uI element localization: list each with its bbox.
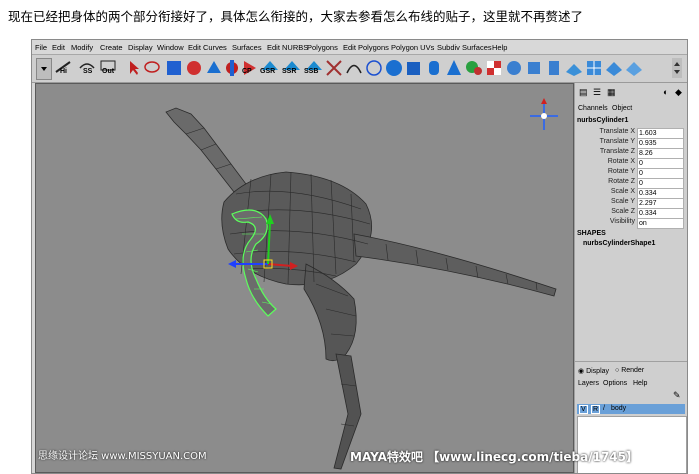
attribute-value[interactable]: on [637, 218, 684, 229]
watermark-right: MAYA特效吧 【www.linecg.com/tieba/1745】 [350, 450, 639, 464]
maya-window: File Edit Modify Create Display Window E… [31, 39, 688, 474]
nurbs-cube-icon[interactable] [404, 58, 424, 78]
attribute-row: Translate Z 8.26 [577, 148, 687, 159]
object-name[interactable]: nurbsCylinder1 [577, 117, 628, 124]
attribute-row: Translate Y 0.935 [577, 138, 687, 149]
attribute-row: Rotate Z0 [577, 178, 687, 189]
shape-name[interactable]: nurbsCylinderShape1 [583, 240, 655, 247]
layout-icon[interactable]: ▤ [579, 87, 588, 98]
layer-name[interactable]: body [611, 405, 626, 412]
menu-create[interactable]: Create [100, 43, 123, 52]
nurbs-sphere-icon[interactable] [384, 58, 404, 78]
viewport-perspective[interactable] [35, 83, 574, 473]
checker-icon[interactable] [484, 58, 504, 78]
nurbs-cone-icon[interactable] [444, 58, 464, 78]
tab-object[interactable]: Object [612, 105, 632, 112]
channel-box-icons: ▤ ☰ ▦ ◐ ◆ [577, 87, 687, 99]
attribute-name: Rotate Z [608, 178, 635, 185]
attribute-row: Visibility on [577, 218, 687, 229]
menu-help[interactable]: Help [492, 43, 507, 52]
cp-tool-label: CP [242, 68, 252, 75]
ssb-tool-label: SSB [304, 68, 319, 75]
menu-polygons[interactable]: Polygons [307, 43, 338, 52]
attribute-row: Translate X 1.603 [577, 128, 687, 139]
deform-icon[interactable] [464, 58, 484, 78]
poly-pipe-icon[interactable] [624, 58, 644, 78]
circle-icon[interactable] [364, 58, 384, 78]
view-axis-icon [530, 98, 558, 130]
menu-modify[interactable]: Modify [71, 43, 93, 52]
menu-subdiv-surfaces[interactable]: Subdiv Surfaces [437, 43, 492, 52]
attribute-name: Rotate Y [607, 168, 635, 175]
poly-cylinder-icon[interactable] [544, 58, 564, 78]
shelf-scroll-icon[interactable] [672, 58, 682, 78]
menu-edit-nurbs[interactable]: Edit NURBS [267, 43, 308, 52]
attribute-name: Scale X [610, 188, 635, 195]
lock-icon[interactable]: ◐ [663, 87, 668, 97]
list-icon[interactable]: ☰ [593, 87, 601, 98]
layer-list-area [577, 416, 687, 473]
shelf-toolbar: Hi SS Out CP GSR SSR SSB [32, 55, 687, 83]
menu-edit-polygons[interactable]: Edit Polygons [343, 43, 389, 52]
nurbs-cylinder-icon[interactable] [424, 58, 444, 78]
menu-file[interactable]: File [35, 43, 47, 52]
layer-visibility-toggle[interactable]: V [579, 405, 588, 414]
layer-row[interactable]: V R / body [577, 404, 685, 414]
menu-options[interactable]: Options [603, 380, 627, 387]
attribute-row: Scale Y 2.297 [577, 198, 687, 209]
new-layer-icon[interactable]: ✎ [673, 390, 681, 401]
lasso-icon[interactable] [142, 58, 162, 78]
dinosaur-mesh [165, 98, 558, 470]
menu-layer-help[interactable]: Help [633, 380, 647, 387]
manip-tool-icon[interactable] [222, 58, 242, 78]
scale-tool-icon[interactable] [204, 58, 224, 78]
ssr-tool-label: SSR [282, 68, 297, 75]
radio-display[interactable]: ◉ Display [578, 367, 609, 375]
hi-tool-label: Hi [60, 68, 67, 75]
ss-tool-label: SS [83, 68, 93, 75]
attribute-name: Translate Y [599, 138, 635, 145]
attribute-name: Translate X [599, 128, 635, 135]
shelf-menu-icon[interactable] [36, 58, 52, 80]
curve-x-icon[interactable] [324, 58, 344, 78]
poly-sphere-icon[interactable] [504, 58, 524, 78]
channel-box: ▤ ☰ ▦ ◐ ◆ Channels Object nurbsCylinder1… [574, 83, 687, 473]
article-caption: 现在已经把身体的两个部分衔接好了，具体怎么衔接的，大家去参看怎么布线的贴子，这里… [8, 9, 584, 24]
layer-icon: / [603, 405, 605, 412]
select-arrow-icon[interactable] [124, 58, 144, 78]
move-tool-icon[interactable] [164, 58, 184, 78]
shapes-header: SHAPES [577, 230, 606, 237]
watermark-left: 思缘设计论坛 www.MISSYUAN.COM [38, 451, 207, 462]
tab-channels[interactable]: Channels [578, 105, 608, 112]
menu-polygon-uvs[interactable]: Polygon UVs [391, 43, 434, 52]
menu-layers[interactable]: Layers [578, 380, 599, 387]
attribute-row: Scale X 0.334 [577, 188, 687, 199]
attribute-row: Rotate Y0 [577, 168, 687, 179]
attribute-row: Scale Z 0.334 [577, 208, 687, 219]
attribute-name: Rotate X [607, 158, 635, 165]
poly-plane-icon[interactable] [564, 58, 584, 78]
menu-window[interactable]: Window [157, 43, 184, 52]
poly-cube-icon[interactable] [524, 58, 544, 78]
gsr-tool-label: GSR [260, 68, 276, 75]
settings-icon[interactable]: ◆ [675, 87, 682, 98]
layer-render-toggle[interactable]: R [591, 405, 601, 414]
menu-edit[interactable]: Edit [52, 43, 65, 52]
poly-torus-icon[interactable] [604, 58, 624, 78]
cv-curve-icon[interactable] [344, 58, 364, 78]
attribute-name: Translate Z [599, 148, 635, 155]
attribute-name: Scale Z [611, 208, 635, 215]
attribute-name: Visibility [609, 218, 635, 225]
menu-bar: File Edit Modify Create Display Window E… [32, 40, 687, 55]
menu-surfaces[interactable]: Surfaces [232, 43, 262, 52]
grid-icon[interactable]: ▦ [607, 87, 616, 98]
poly-grid-icon[interactable] [584, 58, 604, 78]
out-tool-label: Out [102, 68, 115, 75]
menu-display[interactable]: Display [128, 43, 153, 52]
rotate-tool-icon[interactable] [184, 58, 204, 78]
radio-render[interactable]: ○ Render [615, 367, 644, 374]
attribute-row: Rotate X0 [577, 158, 687, 169]
attribute-name: Scale Y [611, 198, 635, 205]
menu-edit-curves[interactable]: Edit Curves [188, 43, 227, 52]
